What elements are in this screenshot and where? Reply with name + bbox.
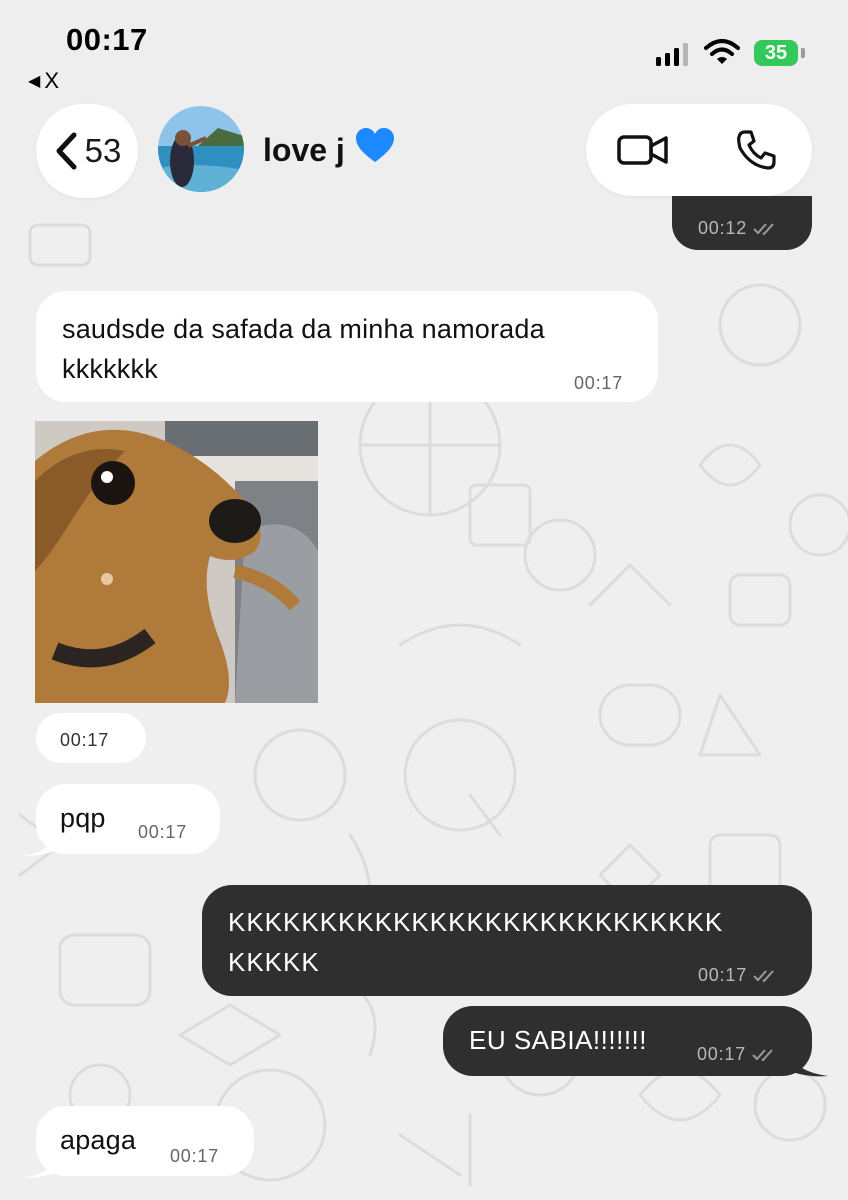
video-camera-icon: [616, 135, 668, 165]
video-call-button[interactable]: [586, 104, 699, 196]
wifi-icon: [704, 39, 740, 64]
top-bar: 00:17 ◀ X 35 53 love j: [0, 0, 848, 218]
message-text: pqp: [60, 803, 106, 833]
message-bubble-outgoing[interactable]: KKKKKKKKKKKKKKKKKKKKKKKKKKK KKKKK 00:17: [202, 885, 812, 996]
signal-icon: [656, 42, 688, 66]
double-check-icon: [752, 1048, 773, 1061]
message-text-line: saudsde da safada da minha namorada: [62, 314, 545, 344]
double-check-icon: [753, 222, 774, 235]
message-text-line: KKKKK: [228, 947, 320, 977]
back-button[interactable]: 53: [36, 104, 138, 198]
back-app-label: X: [44, 68, 59, 93]
message-time: 00:17: [138, 822, 188, 842]
message-time-text: 00:17: [698, 965, 748, 985]
message-bubble-incoming[interactable]: apaga 00:17: [36, 1106, 254, 1176]
message-image[interactable]: [35, 421, 318, 703]
back-triangle-icon: ◀: [28, 73, 41, 90]
message-text-line: KKKKKKKKKKKKKKKKKKKKKKKKKKK: [228, 907, 724, 937]
message-time: 00:17: [60, 730, 110, 750]
message-time: 00:17: [697, 1044, 778, 1065]
message-bubble-outgoing[interactable]: EU SABIA!!!!!!! 00:17: [443, 1006, 812, 1076]
message-bubble-incoming[interactable]: pqp 00:17: [36, 784, 220, 854]
chevron-left-icon: [56, 132, 77, 170]
message-time: 00:12: [698, 218, 779, 239]
message-time: 00:17: [698, 965, 779, 986]
message-text: apaga: [60, 1125, 137, 1155]
message-text: KKKKKKKKKKKKKKKKKKKKKKKKKKK KKKKK: [228, 902, 723, 982]
battery-cap: [801, 48, 805, 58]
message-text-line: kkkkkkk: [62, 354, 158, 384]
message-bubble-incoming[interactable]: saudsde da safada da minha namorada kkkk…: [36, 291, 658, 402]
bubble-tail: [22, 830, 62, 856]
blue-heart-icon: [355, 128, 395, 172]
battery-icon: 35: [754, 40, 798, 66]
double-check-icon: [753, 969, 774, 982]
bubble-tail: [22, 1152, 62, 1178]
bubble-tail: [784, 1050, 828, 1077]
message-text: EU SABIA!!!!!!!: [469, 1025, 647, 1055]
contact-name-text: love j: [263, 131, 345, 168]
unread-count: 53: [84, 132, 122, 169]
image-time-badge: 00:17: [36, 713, 146, 763]
message-text: saudsde da safada da minha namorada kkkk…: [62, 309, 545, 389]
message-bubble-outgoing[interactable]: 00:12: [672, 196, 812, 250]
avatar-photo: [158, 106, 244, 192]
avatar[interactable]: [158, 106, 244, 192]
status-time: 00:17: [66, 22, 148, 57]
battery-level: 35: [764, 41, 788, 64]
message-time-text: 00:12: [698, 218, 748, 238]
voice-call-button[interactable]: [699, 104, 812, 196]
back-to-app[interactable]: ◀ X: [28, 68, 59, 94]
message-time: 00:17: [170, 1146, 220, 1166]
contact-name[interactable]: love j: [263, 128, 395, 172]
phone-icon: [736, 130, 776, 170]
message-time-text: 00:17: [697, 1044, 747, 1064]
call-actions: [586, 104, 812, 196]
message-time: 00:17: [574, 373, 624, 393]
dachshund-photo: [35, 421, 318, 703]
